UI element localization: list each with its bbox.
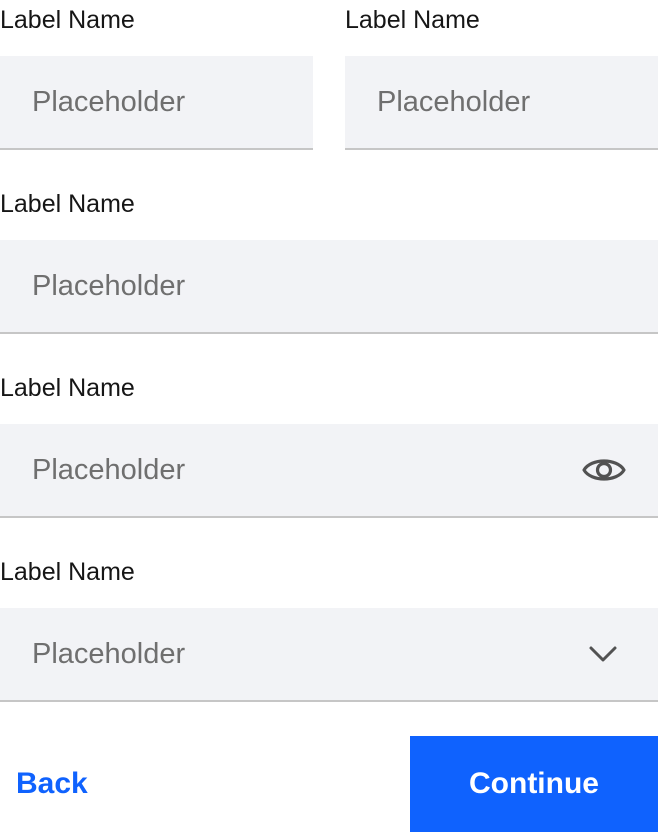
text-input-right[interactable]: [345, 56, 658, 148]
text-input-left[interactable]: [0, 56, 313, 148]
text-field: [0, 240, 658, 334]
back-button[interactable]: Back: [0, 736, 200, 832]
field-label-text: Label Name: [0, 190, 135, 218]
form: Label Name Label Name Label Name Label N…: [0, 0, 658, 832]
field-label-password: Label Name: [0, 374, 135, 402]
select-value: Placeholder: [32, 638, 186, 670]
password-field: [0, 424, 658, 518]
eye-icon[interactable]: [582, 455, 626, 485]
continue-button[interactable]: Continue: [410, 736, 658, 832]
text-field-left: [0, 56, 313, 150]
select-field[interactable]: Placeholder: [0, 608, 658, 702]
field-label-select: Label Name: [0, 558, 135, 586]
field-label-right: Label Name: [345, 6, 480, 34]
field-label-left: Label Name: [0, 6, 135, 34]
text-field-right: [345, 56, 658, 150]
text-input[interactable]: [0, 240, 658, 332]
chevron-down-icon: [588, 641, 618, 671]
password-input[interactable]: [0, 424, 658, 516]
